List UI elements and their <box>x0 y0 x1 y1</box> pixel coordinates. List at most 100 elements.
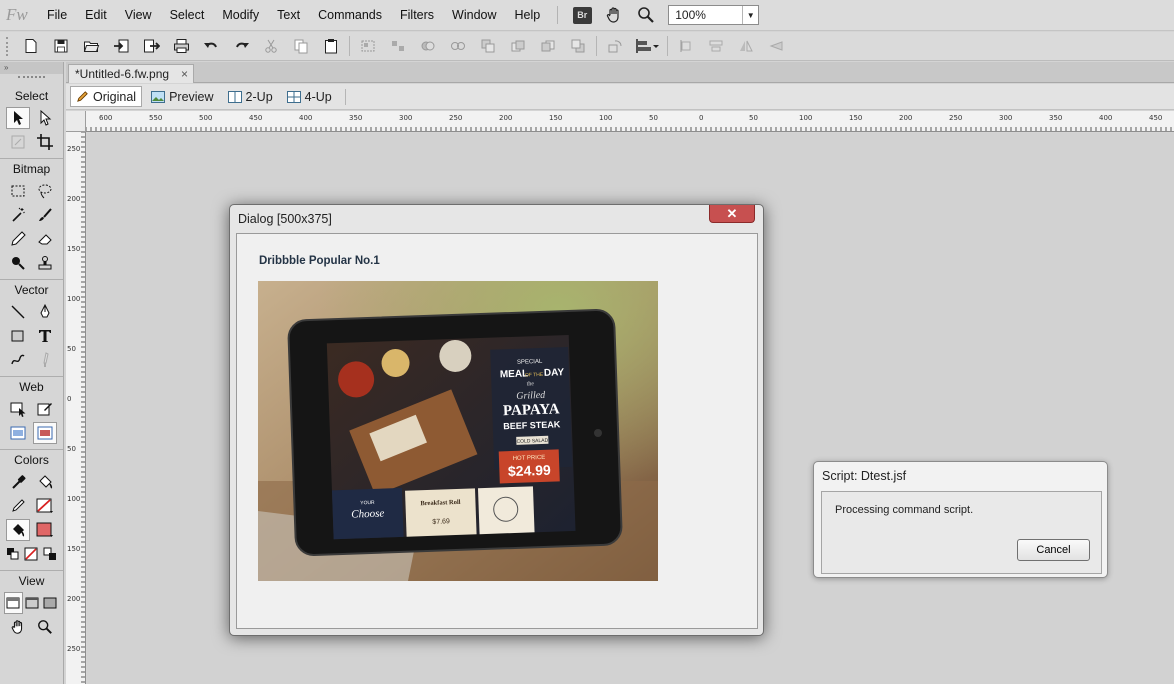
vertical-ruler[interactable]: 250 200 150 100 50 0 50 100 150 200 250 <box>66 132 86 684</box>
knife-tool[interactable] <box>33 349 57 371</box>
default-colors-button[interactable] <box>4 543 22 565</box>
ruler-label: 100 <box>799 114 812 122</box>
ungroup-button[interactable] <box>383 34 413 58</box>
align-button[interactable] <box>630 34 664 58</box>
fill-color-tool[interactable] <box>5 519 30 541</box>
ruler-label: 250 <box>449 114 462 122</box>
import-button[interactable] <box>106 34 136 58</box>
marquee-tool[interactable] <box>6 180 30 202</box>
toolbar-separator <box>349 36 350 56</box>
tab-preview[interactable]: Preview <box>146 86 218 107</box>
menu-view[interactable]: View <box>116 0 161 31</box>
panel-grip[interactable] <box>18 76 45 84</box>
fill-color-swatch[interactable] <box>33 519 57 541</box>
tab-2up[interactable]: 2-Up <box>223 86 278 107</box>
cut-button[interactable] <box>256 34 286 58</box>
standard-screen-mode[interactable] <box>4 592 23 614</box>
no-color-button[interactable] <box>22 543 40 565</box>
hide-hotspots-button[interactable] <box>6 422 30 444</box>
document-tab[interactable]: *Untitled-6.fw.png × <box>68 64 194 83</box>
subselect-tool[interactable] <box>33 107 57 129</box>
menu-hot-price-text: HOT PRICE <box>513 455 546 462</box>
magic-wand-tool[interactable] <box>6 204 30 226</box>
tab-4up[interactable]: 4-Up <box>282 86 337 107</box>
scale-tool[interactable] <box>6 131 30 153</box>
menu-window[interactable]: Window <box>443 0 505 31</box>
ruler-label: 150 <box>849 114 862 122</box>
join-button[interactable] <box>413 34 443 58</box>
split-button[interactable] <box>443 34 473 58</box>
zoom-tool-button[interactable] <box>634 4 658 26</box>
pencil-tool[interactable] <box>6 228 30 250</box>
close-icon[interactable]: × <box>181 65 188 83</box>
ruler-corner[interactable] <box>66 111 86 132</box>
tab-original[interactable]: Original <box>70 86 143 107</box>
chevron-down-icon[interactable]: ▼ <box>742 6 758 24</box>
flip-left-button[interactable] <box>671 34 701 58</box>
zoom-select[interactable]: 100% ▼ <box>668 5 760 25</box>
menu-day-text: DAY <box>544 367 565 379</box>
save-button[interactable] <box>46 34 76 58</box>
flip-vertical-button[interactable] <box>761 34 791 58</box>
menu-modify[interactable]: Modify <box>213 0 268 31</box>
lasso-tool[interactable] <box>33 180 57 202</box>
menu-help[interactable]: Help <box>506 0 550 31</box>
export-button[interactable] <box>136 34 166 58</box>
open-button[interactable] <box>76 34 106 58</box>
blur-tool[interactable] <box>6 252 30 274</box>
paint-bucket-tool[interactable] <box>33 471 57 493</box>
flip-horizontal-button[interactable] <box>731 34 761 58</box>
full-screen-mode[interactable] <box>41 592 59 614</box>
send-back-button[interactable] <box>563 34 593 58</box>
section-title: Colors <box>14 453 49 467</box>
menu-select[interactable]: Select <box>161 0 214 31</box>
line-tool[interactable] <box>6 301 30 323</box>
bring-forward-button[interactable] <box>503 34 533 58</box>
pen-tool[interactable] <box>33 301 57 323</box>
bring-front-button[interactable] <box>473 34 503 58</box>
crop-tool[interactable] <box>33 131 57 153</box>
send-backward-button[interactable] <box>533 34 563 58</box>
redo-button[interactable] <box>226 34 256 58</box>
text-tool[interactable] <box>33 325 57 347</box>
menu-commands[interactable]: Commands <box>309 0 391 31</box>
brush-tool[interactable] <box>33 204 57 226</box>
hotspot-tool[interactable] <box>6 398 30 420</box>
horizontal-ruler[interactable]: 600 550 500 450 400 350 300 250 200 150 100 50 0 50 10… <box>86 111 1174 132</box>
cancel-button[interactable]: Cancel <box>1017 539 1090 561</box>
print-button[interactable] <box>166 34 196 58</box>
maximized-screen-mode[interactable] <box>23 592 41 614</box>
pointer-tool[interactable] <box>5 107 30 129</box>
import-icon <box>113 39 128 53</box>
hand-tool-button[interactable] <box>602 4 626 26</box>
bridge-button[interactable]: Br <box>570 4 594 26</box>
group-button[interactable] <box>353 34 383 58</box>
eraser-tool[interactable] <box>33 228 57 250</box>
dialog-titlebar[interactable]: Dialog [500x375] ✕ <box>230 205 763 232</box>
copy-button[interactable] <box>286 34 316 58</box>
rotate-button[interactable] <box>600 34 630 58</box>
zoom-tool[interactable] <box>33 616 57 638</box>
rectangle-tool[interactable] <box>6 325 30 347</box>
rubber-stamp-tool[interactable] <box>33 252 57 274</box>
swap-colors-button[interactable] <box>41 543 59 565</box>
stroke-color-swatch[interactable] <box>33 495 57 517</box>
eyedropper-tool[interactable] <box>6 471 30 493</box>
new-button[interactable] <box>16 34 46 58</box>
panel-collapse-button[interactable]: » <box>0 62 63 74</box>
toolbar-grip[interactable] <box>6 36 10 56</box>
undo-button[interactable] <box>196 34 226 58</box>
distribute-button[interactable] <box>701 34 731 58</box>
paste-button[interactable] <box>316 34 346 58</box>
stroke-color-tool[interactable] <box>6 495 30 517</box>
tools-panel: » Select Bitmap Vector Web Colors View <box>0 62 64 684</box>
show-hotspots-button[interactable] <box>33 422 58 444</box>
dialog-close-button[interactable]: ✕ <box>709 205 755 223</box>
menu-filters[interactable]: Filters <box>391 0 443 31</box>
slice-tool[interactable] <box>33 398 57 420</box>
freeform-tool[interactable] <box>6 349 30 371</box>
hand-tool[interactable] <box>6 616 30 638</box>
menu-edit[interactable]: Edit <box>76 0 116 31</box>
menu-file[interactable]: File <box>38 0 76 31</box>
menu-text[interactable]: Text <box>268 0 309 31</box>
